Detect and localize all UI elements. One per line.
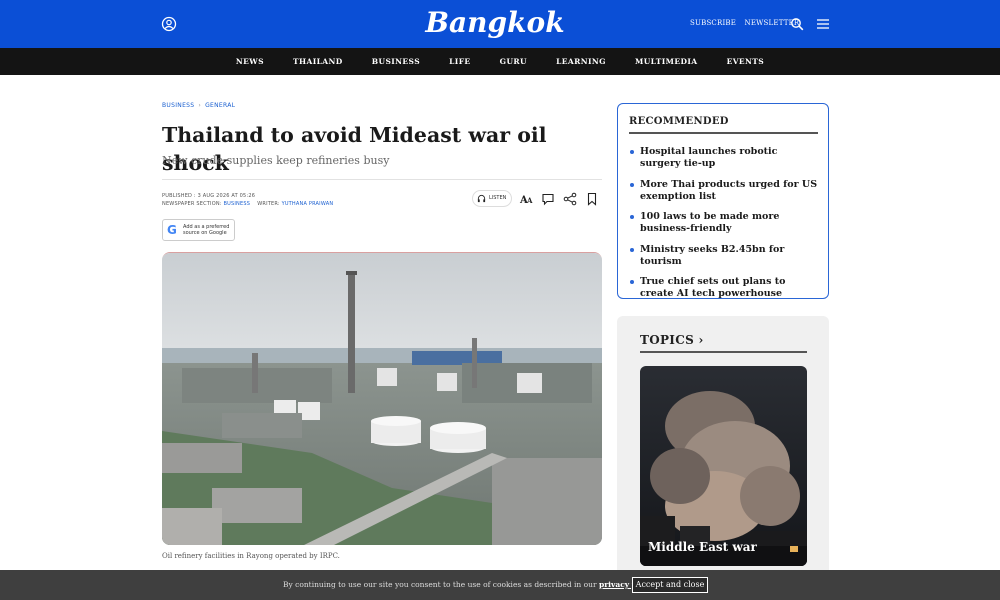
recommended-item[interactable]: Hospital launches robotic surgery tie-up	[629, 146, 821, 170]
recommended-item[interactable]: Ministry seeks B2.45bn for tourism	[629, 244, 821, 268]
section-label: NEWSPAPER SECTION:	[162, 201, 222, 207]
article-title: Thailand to avoid Mideast war oil shock	[162, 123, 547, 175]
nav-item-learning[interactable]: LEARNING	[556, 48, 606, 75]
recommended-item[interactable]: 100 laws to be made more business-friend…	[629, 211, 821, 235]
nav-item-news[interactable]: NEWS	[236, 48, 264, 75]
nav-item-multimedia[interactable]: MULTIMEDIA	[635, 48, 697, 75]
google-icon: G	[167, 223, 177, 237]
writer-link[interactable]: YUTHANA PRAIWAN	[282, 201, 334, 207]
writer-label: WRITER:	[257, 201, 280, 207]
breadcrumb-general[interactable]: GENERAL	[205, 102, 235, 109]
subscribe-link[interactable]: SUBSCRIBE	[690, 19, 736, 27]
nav-item-life[interactable]: LIFE	[449, 48, 470, 75]
font-size-icon[interactable]: A A	[519, 192, 533, 206]
recommended-heading: RECOMMENDED	[629, 116, 729, 127]
nav-item-guru[interactable]: GURU	[500, 48, 527, 75]
divider	[629, 132, 818, 134]
top-bar: Bangkok Post SUBSCRIBE NEWSLETTER	[0, 0, 1000, 77]
cookie-banner: By continuing to use our site you consen…	[0, 570, 1000, 600]
hamburger-menu-icon[interactable]	[816, 17, 830, 31]
google-badge-text: Add as a preferred source on Google	[183, 224, 230, 236]
section-link[interactable]: BUSINESS	[223, 201, 250, 207]
bookmark-icon[interactable]	[585, 192, 599, 206]
listen-label: LISTEN	[489, 195, 507, 201]
divider	[162, 179, 602, 180]
photo-caption: Oil refinery facilities in Rayong operat…	[162, 552, 340, 560]
topics-box: TOPICS › Middle East war	[617, 316, 829, 600]
recommended-item[interactable]: More Thai products urged for US exemptio…	[629, 179, 821, 203]
recommended-item[interactable]: True chief sets out plans to create AI t…	[629, 276, 821, 300]
nav-item-business[interactable]: BUSINESS	[372, 48, 420, 75]
nav-item-events[interactable]: EVENTS	[727, 48, 765, 75]
divider	[640, 351, 807, 353]
topic-card-middle-east-war[interactable]: Middle East war	[640, 366, 807, 566]
breadcrumb-business[interactable]: BUSINESS	[162, 102, 194, 109]
topic-card-label: Middle East war	[648, 540, 757, 554]
headphones-icon	[477, 194, 486, 203]
published-date: PUBLISHED : 3 AUG 2026 AT 05:26	[162, 193, 256, 199]
comment-icon[interactable]	[541, 192, 555, 206]
search-icon[interactable]	[790, 17, 804, 31]
chevron-right-icon: ›	[198, 102, 202, 109]
top-links: SUBSCRIBE NEWSLETTER	[690, 19, 805, 27]
svg-text:A: A	[526, 196, 533, 205]
breadcrumb: BUSINESS › GENERAL	[162, 102, 235, 109]
article-photo[interactable]	[162, 252, 602, 545]
topics-heading[interactable]: TOPICS ›	[640, 333, 704, 347]
share-icon[interactable]	[563, 192, 577, 206]
chevron-right-icon: ›	[698, 333, 704, 347]
main-nav: NEWS THAILAND BUSINESS LIFE GURU LEARNIN…	[0, 48, 1000, 75]
article-meta: PUBLISHED : 3 AUG 2026 AT 05:26 NEWSPAPE…	[162, 192, 333, 208]
recommended-box: RECOMMENDED Hospital launches robotic su…	[617, 103, 829, 299]
nav-item-thailand[interactable]: THAILAND	[293, 48, 343, 75]
accept-cookies-button[interactable]: Accept and close	[632, 577, 708, 593]
smoke-image	[640, 366, 807, 566]
listen-button[interactable]: LISTEN	[472, 190, 512, 207]
article-subtitle: New crude supplies keep refineries busy	[162, 154, 390, 167]
google-preferred-source-button[interactable]: G Add as a preferred source on Google	[162, 219, 235, 241]
refinery-image	[162, 253, 602, 545]
user-icon[interactable]	[161, 16, 177, 32]
